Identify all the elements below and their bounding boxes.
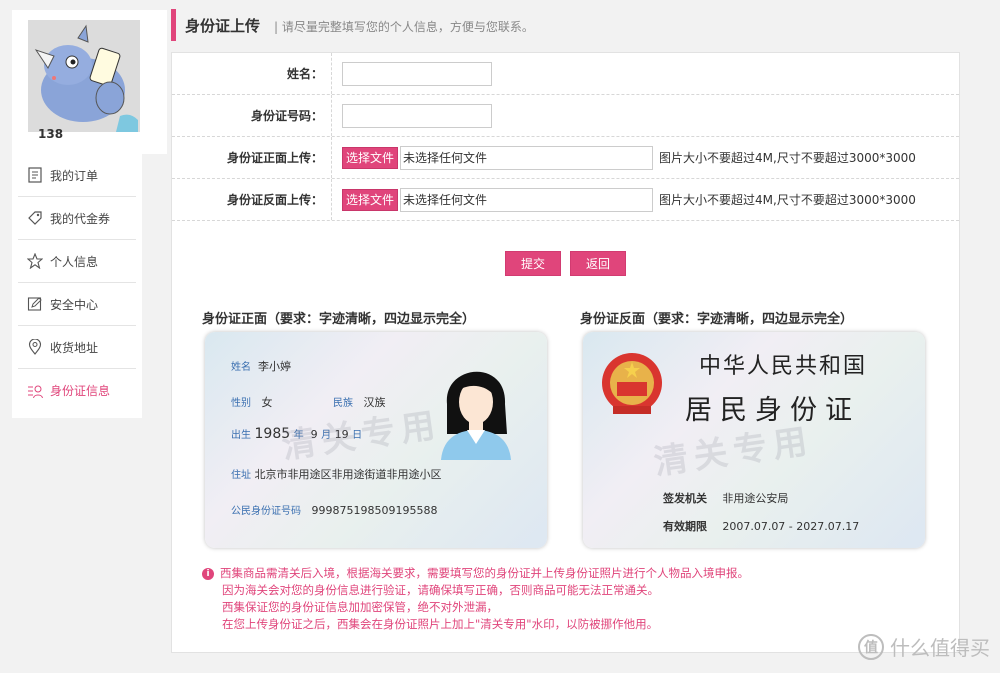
watermark-logo-icon: 值	[858, 633, 884, 660]
sidebar-item-address[interactable]: 收货地址	[18, 326, 136, 369]
username: 138	[38, 127, 64, 141]
order-list-icon	[26, 166, 44, 184]
name-field-label: 姓名	[231, 362, 251, 373]
portrait-illustration	[441, 371, 511, 460]
birth-field-label: 出生	[231, 430, 251, 441]
nation-field-label: 民族	[333, 398, 353, 409]
national-emblem-icon	[602, 353, 662, 414]
id-back-sample: 中华人民共和国 居民身份证 清关专用 签发机关 非用途公安局 有效期限 2007…	[583, 332, 925, 548]
sidebar-menu: 我的订单 我的代金券 个人信息 安全中心 收货地址 身份证信息	[12, 154, 142, 418]
page-title: 身份证上传	[185, 17, 261, 35]
coupon-tag-icon	[26, 209, 44, 227]
notice-line: 西集保证您的身份证信息加加密保管，绝不对外泄漏，	[222, 600, 498, 614]
clearance-watermark: 清关专用	[279, 405, 444, 467]
back-file-button[interactable]: 选择文件	[342, 188, 399, 211]
id-front-sample: 姓名 李小婷 性别 女 民族 汉族 出生 1985 年 9 月 19 日 住址 …	[205, 332, 547, 548]
name-input[interactable]	[342, 61, 492, 86]
id-user-icon	[26, 382, 44, 400]
back-size-hint: 图片大小不要超过4M,尺寸不要超过3000*3000	[659, 193, 916, 207]
sidebar-item-label: 身份证信息	[50, 384, 111, 398]
site-watermark: 值 什么值得买	[858, 632, 990, 661]
title-accent-bar	[171, 9, 176, 41]
sidebar-item-orders[interactable]: 我的订单	[18, 154, 136, 197]
address-field-label: 住址	[231, 470, 251, 481]
sample-name: 李小婷	[258, 360, 291, 373]
back-file-name[interactable]: 未选择任何文件	[400, 187, 654, 212]
back-upload-row: 身份证反面上传： 选择文件 未选择任何文件 图片大小不要超过4M,尺寸不要超过3…	[172, 179, 959, 221]
front-size-hint: 图片大小不要超过4M,尺寸不要超过3000*3000	[659, 151, 916, 165]
idno-input[interactable]	[342, 103, 492, 128]
sidebar-item-profile[interactable]: 个人信息	[18, 240, 136, 283]
front-upload-label: 身份证正面上传：	[172, 137, 332, 178]
customs-notice: i 西集商品需清关后入境，根据海关要求，需要填写您的身份证并上传身份证照片进行个…	[202, 565, 749, 633]
issuer-label: 签发机关	[663, 492, 707, 505]
avatar[interactable]	[28, 20, 140, 132]
idno-field-label: 公民身份证号码	[231, 506, 301, 517]
location-pin-icon	[26, 338, 44, 356]
sample-validity: 2007.07.07 - 2027.07.17	[722, 520, 860, 533]
notice-line: 西集商品需清关后入境，根据海关要求，需要填写您的身份证并上传身份证照片进行个人物…	[220, 566, 749, 580]
sample-address: 北京市非用途区非用途街道非用途小区	[254, 468, 442, 481]
sidebar-item-security[interactable]: 安全中心	[18, 283, 136, 326]
sample-idno: 999875198509195588	[311, 504, 438, 517]
validity-label: 有效期限	[663, 520, 707, 533]
main-content: 身份证上传 | 请尽量完整填写您的个人信息，方便与您联系。 姓名： 身份证号码：…	[171, 0, 960, 653]
front-file-name[interactable]: 未选择任何文件	[400, 145, 654, 170]
info-icon: i	[202, 568, 214, 580]
name-label: 姓名：	[172, 53, 332, 94]
sidebar-item-label: 我的订单	[50, 168, 99, 183]
back-button[interactable]: 返回	[570, 251, 626, 276]
sample-country: 中华人民共和国	[699, 354, 868, 379]
notice-line: 在您上传身份证之后，西集会在身份证照片上加上"清关专用"水印，以防被挪作他用。	[222, 617, 659, 631]
sidebar-item-id-info[interactable]: 身份证信息	[18, 369, 136, 412]
sidebar-item-label: 个人信息	[50, 254, 99, 269]
back-upload-label: 身份证反面上传：	[172, 179, 332, 220]
front-sample-title: 身份证正面（要求：字迹清晰，四边显示完全）	[202, 312, 476, 327]
clearance-watermark: 清关专用	[651, 421, 816, 483]
back-sample-title: 身份证反面（要求：字迹清晰，四边显示完全）	[580, 312, 854, 327]
name-row: 姓名：	[172, 53, 959, 95]
submit-button[interactable]: 提交	[505, 251, 561, 276]
sidebar: 138 我的订单 我的代金券 个人信息 安全中心 收货地址 身份证信息	[12, 10, 167, 418]
page-subtitle: | 请尽量完整填写您的个人信息，方便与您联系。	[274, 20, 534, 34]
idno-label: 身份证号码：	[172, 95, 332, 136]
sidebar-item-label: 安全中心	[50, 297, 99, 312]
sample-sex: 女	[261, 396, 273, 409]
sidebar-item-label: 我的代金券	[50, 211, 111, 226]
sidebar-item-coupons[interactable]: 我的代金券	[18, 197, 136, 240]
star-icon	[26, 252, 44, 270]
profile-card: 138	[12, 10, 167, 154]
page-header: 身份证上传 | 请尽量完整填写您的个人信息，方便与您联系。	[171, 0, 960, 50]
sidebar-item-label: 收货地址	[50, 340, 99, 355]
front-upload-row: 身份证正面上传： 选择文件 未选择任何文件 图片大小不要超过4M,尺寸不要超过3…	[172, 137, 959, 179]
edit-shield-icon	[26, 295, 44, 313]
watermark-text: 什么值得买	[890, 636, 990, 660]
sample-issuer: 非用途公安局	[722, 492, 789, 505]
id-upload-card: 姓名： 身份证号码： 身份证正面上传： 选择文件 未选择任何文件 图片大小不要超…	[171, 52, 960, 653]
idno-row: 身份证号码：	[172, 95, 959, 137]
sex-field-label: 性别	[231, 398, 251, 409]
front-file-button[interactable]: 选择文件	[342, 146, 399, 169]
action-buttons: 提交 返回	[505, 251, 626, 276]
notice-line: 因为海关会对您的身份信息进行验证，请确保填写正确，否则商品可能无法正常通关。	[222, 583, 659, 597]
